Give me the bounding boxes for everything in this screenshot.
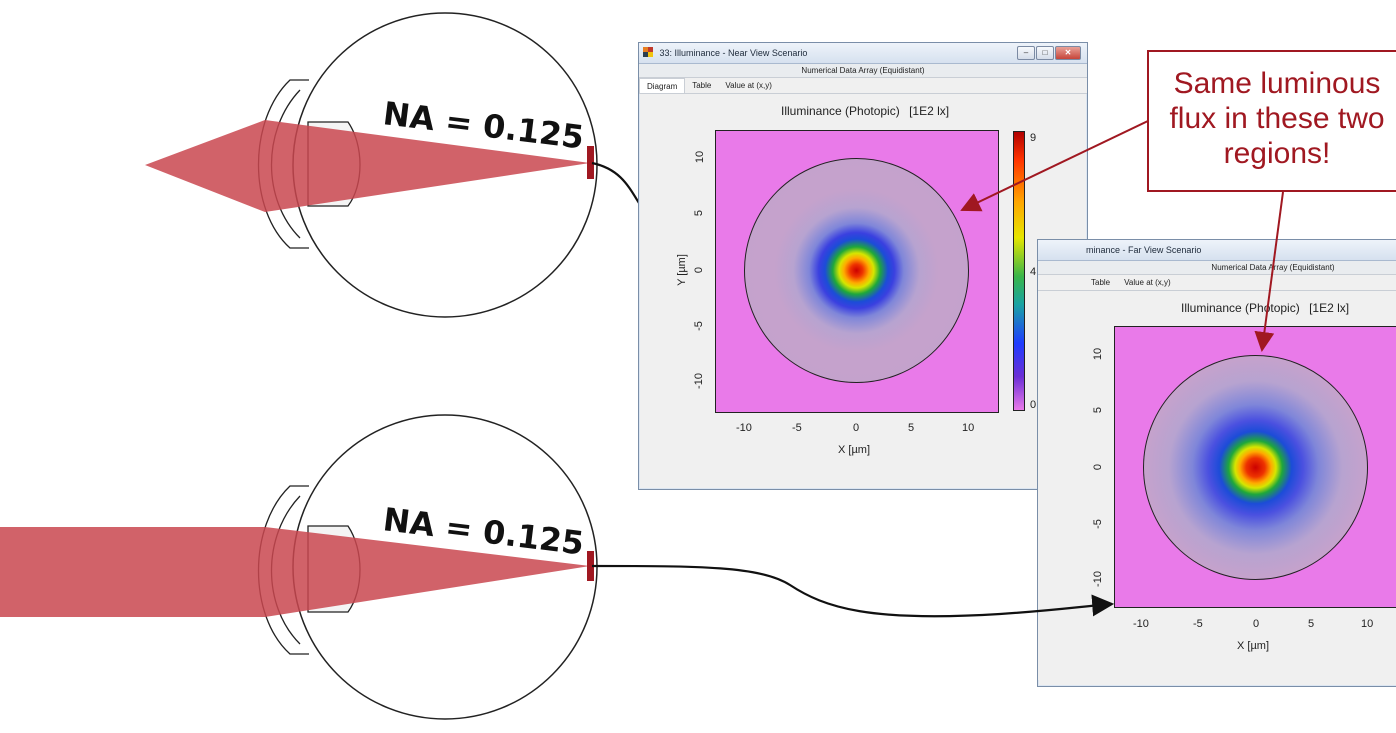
y-tick: -5 (692, 321, 705, 331)
x-tick: 0 (853, 422, 860, 434)
y-tick: 5 (1092, 406, 1105, 414)
near-y-label: Y [µm] (675, 254, 688, 286)
tab-diagram[interactable]: Diagram (639, 78, 686, 93)
far-x-label: X [µm] (1237, 640, 1270, 652)
x-tick: 0 (1253, 618, 1260, 630)
y-tick: -5 (1091, 519, 1104, 529)
near-view-window: 33: Illuminance - Near View Scenario – □… (638, 42, 1088, 490)
near-x-label: X [µm] (838, 444, 871, 456)
far-plot-area: Illuminance (Photopic) [1E2 lx] -10 -5 0… (1038, 291, 1396, 680)
y-tick: 0 (1092, 463, 1105, 471)
far-view-window: minance - Far View Scenario Numerical Da… (1037, 239, 1396, 687)
tab-table[interactable]: Table (685, 78, 718, 93)
callout-line-3: regions! (1223, 137, 1331, 170)
near-illuminance-map (715, 130, 999, 413)
near-illuminance-disk (744, 158, 969, 383)
app-icon (643, 47, 653, 57)
x-tick: 5 (908, 422, 915, 434)
y-tick: 0 (693, 266, 706, 274)
x-tick: 10 (962, 422, 975, 434)
far-plot-title: Illuminance (Photopic) (1181, 301, 1300, 315)
far-illuminance-disk (1143, 355, 1368, 580)
callout-line-2: flux in these two (1169, 102, 1385, 135)
tab-table[interactable]: Table (1084, 275, 1117, 290)
near-plot-area: Illuminance (Photopic) [1E2 lx] -10 -5 0… (646, 94, 1082, 483)
colorbar (1013, 131, 1025, 411)
colorbar-tick: 0 (1030, 399, 1037, 411)
close-button[interactable]: ✕ (1055, 46, 1081, 60)
near-window-title: 33: Illuminance - Near View Scenario (659, 48, 808, 58)
callout-line-1: Same luminous (1173, 67, 1381, 100)
near-tabs: Diagram Table Value at (x,y) (639, 78, 1087, 94)
y-tick: -10 (692, 373, 705, 389)
far-subheader: Numerical Data Array (Equidistant) (1038, 261, 1396, 275)
colorbar-tick: 9 (1030, 132, 1037, 144)
y-tick: 5 (693, 209, 706, 217)
x-tick: 5 (1308, 618, 1315, 630)
near-plot-title: Illuminance (Photopic) (781, 104, 900, 118)
minimize-button[interactable]: – (1017, 46, 1035, 60)
x-tick: 10 (1361, 618, 1374, 630)
y-tick: -10 (1091, 571, 1104, 587)
far-window-title: minance - Far View Scenario (1086, 245, 1202, 255)
callout-box: Same luminous flux in these two regions! (1147, 50, 1396, 192)
near-plot-unit: [1E2 lx] (909, 104, 950, 118)
y-tick: 10 (694, 150, 707, 164)
far-illuminance-map (1114, 326, 1396, 608)
y-tick: 10 (1092, 347, 1105, 361)
maximize-button[interactable]: □ (1036, 46, 1054, 60)
near-window-titlebar[interactable]: 33: Illuminance - Near View Scenario – □… (639, 43, 1087, 64)
near-subheader: Numerical Data Array (Equidistant) (639, 64, 1087, 78)
x-tick: -5 (792, 422, 802, 434)
x-tick: -10 (736, 422, 752, 434)
x-tick: -5 (1193, 618, 1203, 630)
far-plot-unit: [1E2 lx] (1309, 301, 1350, 315)
tab-value-at-xy[interactable]: Value at (x,y) (718, 78, 779, 93)
far-tabs: Table Value at (x,y) (1038, 275, 1396, 291)
bottom-retina-marker (587, 551, 594, 581)
tab-value-at-xy[interactable]: Value at (x,y) (1117, 275, 1178, 290)
x-tick: -10 (1133, 618, 1149, 630)
far-window-titlebar[interactable]: minance - Far View Scenario (1038, 240, 1396, 261)
